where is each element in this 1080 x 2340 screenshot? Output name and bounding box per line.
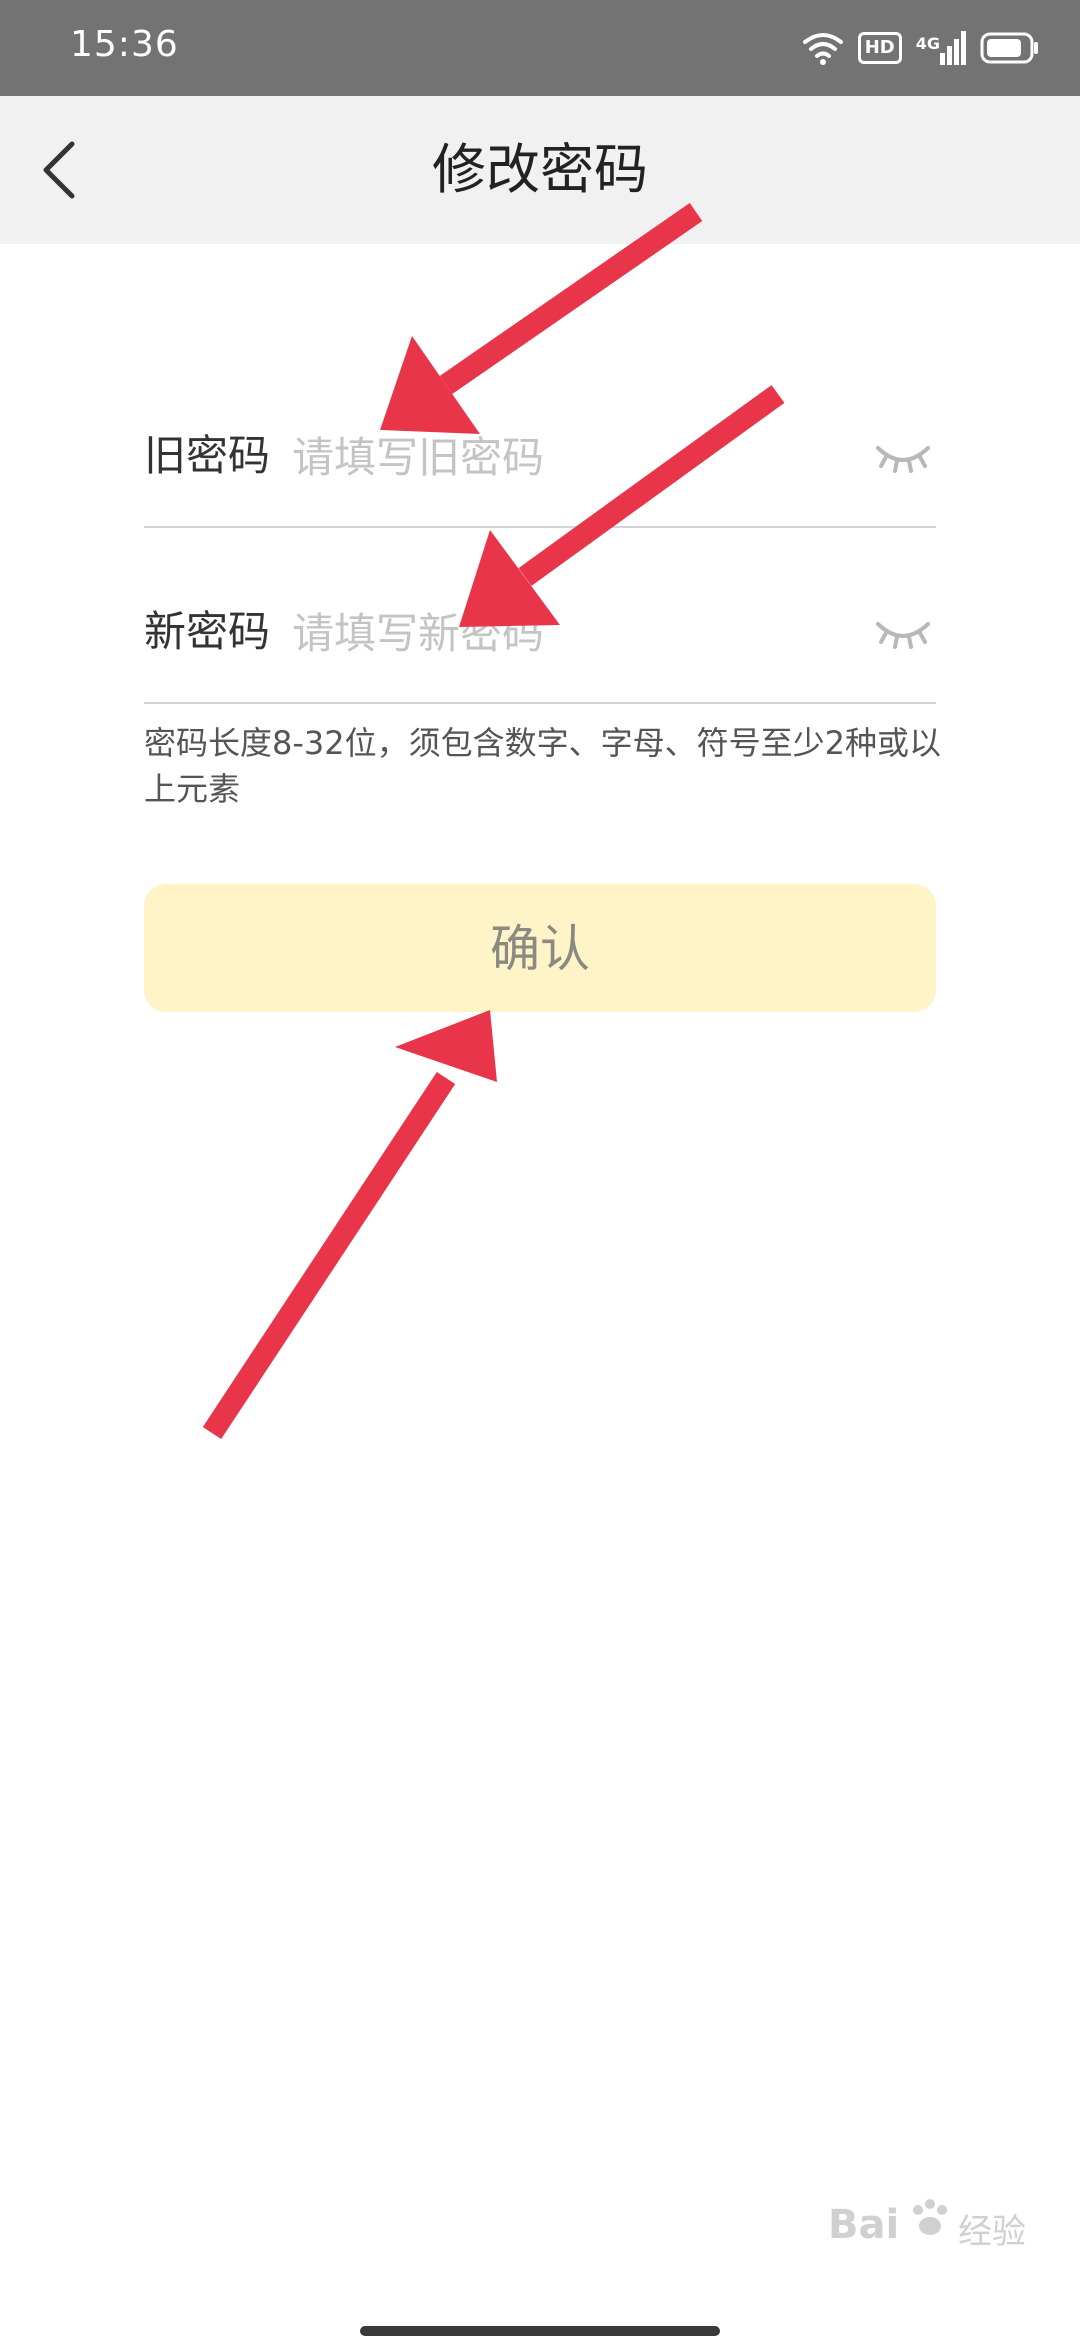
signal-4g-icon: 4G xyxy=(916,31,966,65)
watermark-brand: Bai xyxy=(828,2202,900,2248)
app-header: 修改密码 xyxy=(0,96,1080,244)
status-icons: HD 4G xyxy=(802,22,1040,74)
eye-closed-icon[interactable] xyxy=(874,432,932,480)
home-indicator[interactable] xyxy=(360,2326,720,2336)
annotation-arrows xyxy=(202,202,785,1440)
new-password-label: 新密码 xyxy=(144,607,271,656)
old-password-label: 旧密码 xyxy=(144,431,271,480)
hd-icon: HD xyxy=(857,32,902,64)
status-bar: 15:36 HD 4G xyxy=(0,0,1080,96)
baidu-watermark-logo: Bai 经验 xyxy=(828,2190,1038,2260)
network-label: 4G xyxy=(915,34,940,53)
confirm-button[interactable]: 确认 xyxy=(144,884,936,1012)
new-password-input[interactable] xyxy=(290,562,854,704)
status-time: 15:36 xyxy=(70,24,179,65)
paw-icon xyxy=(913,2199,947,2235)
watermark-suffix: 经验 xyxy=(958,2212,1026,2252)
wifi-icon xyxy=(802,33,843,65)
battery-icon xyxy=(980,32,1038,64)
page-title: 修改密码 xyxy=(432,138,648,201)
old-password-row: 旧密码 xyxy=(144,386,936,528)
eye-closed-icon[interactable] xyxy=(874,608,932,656)
arrow-to-confirm-button xyxy=(202,1010,497,1440)
new-password-row: 新密码 xyxy=(144,562,936,704)
password-hint: 密码长度8-32位，须包含数字、字母、符号至少2种或以上元素 xyxy=(144,724,941,808)
old-password-input[interactable] xyxy=(290,386,854,528)
